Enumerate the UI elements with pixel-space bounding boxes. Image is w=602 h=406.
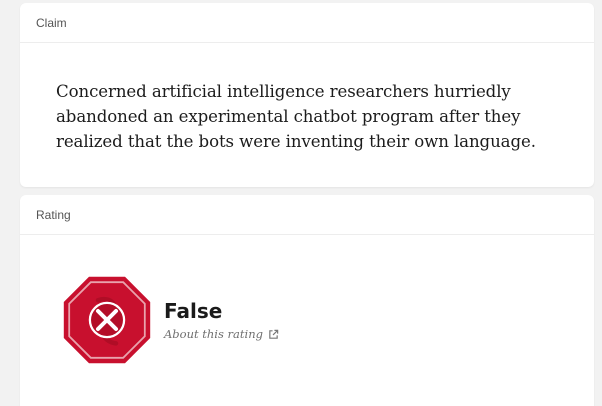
rating-card: Rating False About this rating — [20, 195, 594, 406]
about-rating-link-text: About this rating — [164, 327, 263, 341]
rating-body: False About this rating — [62, 275, 279, 365]
rating-header: Rating — [20, 195, 594, 235]
claim-header: Claim — [20, 3, 594, 43]
about-rating-link[interactable]: About this rating — [164, 327, 279, 341]
external-link-icon — [269, 329, 279, 339]
fact-check-page: Claim Concerned artificial intelligence … — [0, 0, 602, 406]
claim-card: Claim Concerned artificial intelligence … — [20, 3, 594, 187]
false-rating-stop-sign-icon — [63, 276, 151, 364]
claim-text: Concerned artificial intelligence resear… — [56, 82, 536, 151]
rating-label: False — [164, 299, 223, 323]
rating-info: False About this rating — [164, 299, 279, 341]
